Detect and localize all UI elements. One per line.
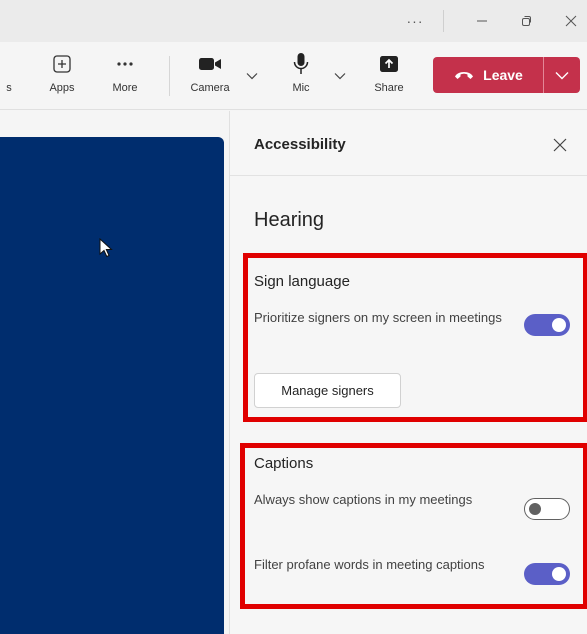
apps-icon bbox=[52, 52, 72, 76]
prioritize-signers-label: Prioritize signers on my screen in meeti… bbox=[254, 310, 502, 325]
toggle-knob bbox=[552, 318, 566, 332]
partial-toolbar-label: s bbox=[6, 82, 12, 94]
partial-toolbar-item[interactable]: s bbox=[4, 52, 14, 102]
meeting-stage bbox=[0, 137, 224, 634]
filter-profanity-label: Filter profane words in meeting captions bbox=[254, 557, 485, 572]
leave-label: Leave bbox=[483, 67, 523, 83]
captions-heading: Captions bbox=[254, 455, 314, 472]
title-bar: ··· bbox=[0, 0, 587, 42]
close-panel-icon[interactable] bbox=[548, 134, 572, 156]
more-label: More bbox=[112, 82, 138, 94]
minimize-icon[interactable] bbox=[467, 0, 497, 42]
meeting-toolbar: s Apps More Camera Mic Share Leave bbox=[0, 42, 587, 110]
mouse-cursor-icon bbox=[99, 237, 113, 263]
manage-signers-button[interactable]: Manage signers bbox=[254, 373, 401, 408]
share-icon bbox=[378, 52, 400, 76]
leave-options-chevron-icon[interactable] bbox=[544, 57, 580, 93]
apps-label: Apps bbox=[49, 82, 75, 94]
share-label: Share bbox=[374, 82, 404, 94]
camera-label: Camera bbox=[190, 82, 230, 94]
camera-options-chevron-icon[interactable] bbox=[245, 69, 259, 83]
panel-header: Accessibility bbox=[230, 111, 587, 176]
hang-up-icon bbox=[453, 67, 475, 83]
mic-button[interactable]: Mic bbox=[283, 52, 319, 102]
more-icon bbox=[115, 52, 135, 76]
mic-icon bbox=[291, 52, 311, 76]
mic-label: Mic bbox=[292, 82, 310, 94]
title-bar-divider bbox=[443, 10, 444, 32]
hearing-heading: Hearing bbox=[254, 209, 325, 231]
restore-icon[interactable] bbox=[511, 0, 541, 42]
sign-language-heading: Sign language bbox=[254, 273, 350, 290]
leave-button-group: Leave bbox=[433, 57, 580, 93]
more-options-label: ··· bbox=[406, 13, 424, 29]
toggle-knob bbox=[552, 567, 566, 581]
always-show-captions-label: Always show captions in my meetings bbox=[254, 492, 473, 507]
mic-options-chevron-icon[interactable] bbox=[333, 69, 347, 83]
filter-profanity-toggle[interactable] bbox=[524, 563, 570, 585]
more-options-icon[interactable]: ··· bbox=[398, 0, 432, 42]
always-show-captions-toggle[interactable] bbox=[524, 498, 570, 520]
close-window-icon[interactable] bbox=[554, 0, 587, 42]
prioritize-signers-toggle[interactable] bbox=[524, 314, 570, 336]
apps-button[interactable]: Apps bbox=[44, 52, 80, 102]
camera-button[interactable]: Camera bbox=[185, 52, 235, 102]
toolbar-divider bbox=[169, 56, 170, 96]
accessibility-panel: Accessibility Hearing Sign language Prio… bbox=[229, 111, 587, 634]
share-button[interactable]: Share bbox=[370, 52, 408, 102]
toggle-knob bbox=[529, 503, 541, 515]
panel-title: Accessibility bbox=[254, 136, 346, 153]
leave-button[interactable]: Leave bbox=[433, 57, 543, 93]
more-button[interactable]: More bbox=[105, 52, 145, 102]
camera-icon bbox=[197, 52, 223, 76]
